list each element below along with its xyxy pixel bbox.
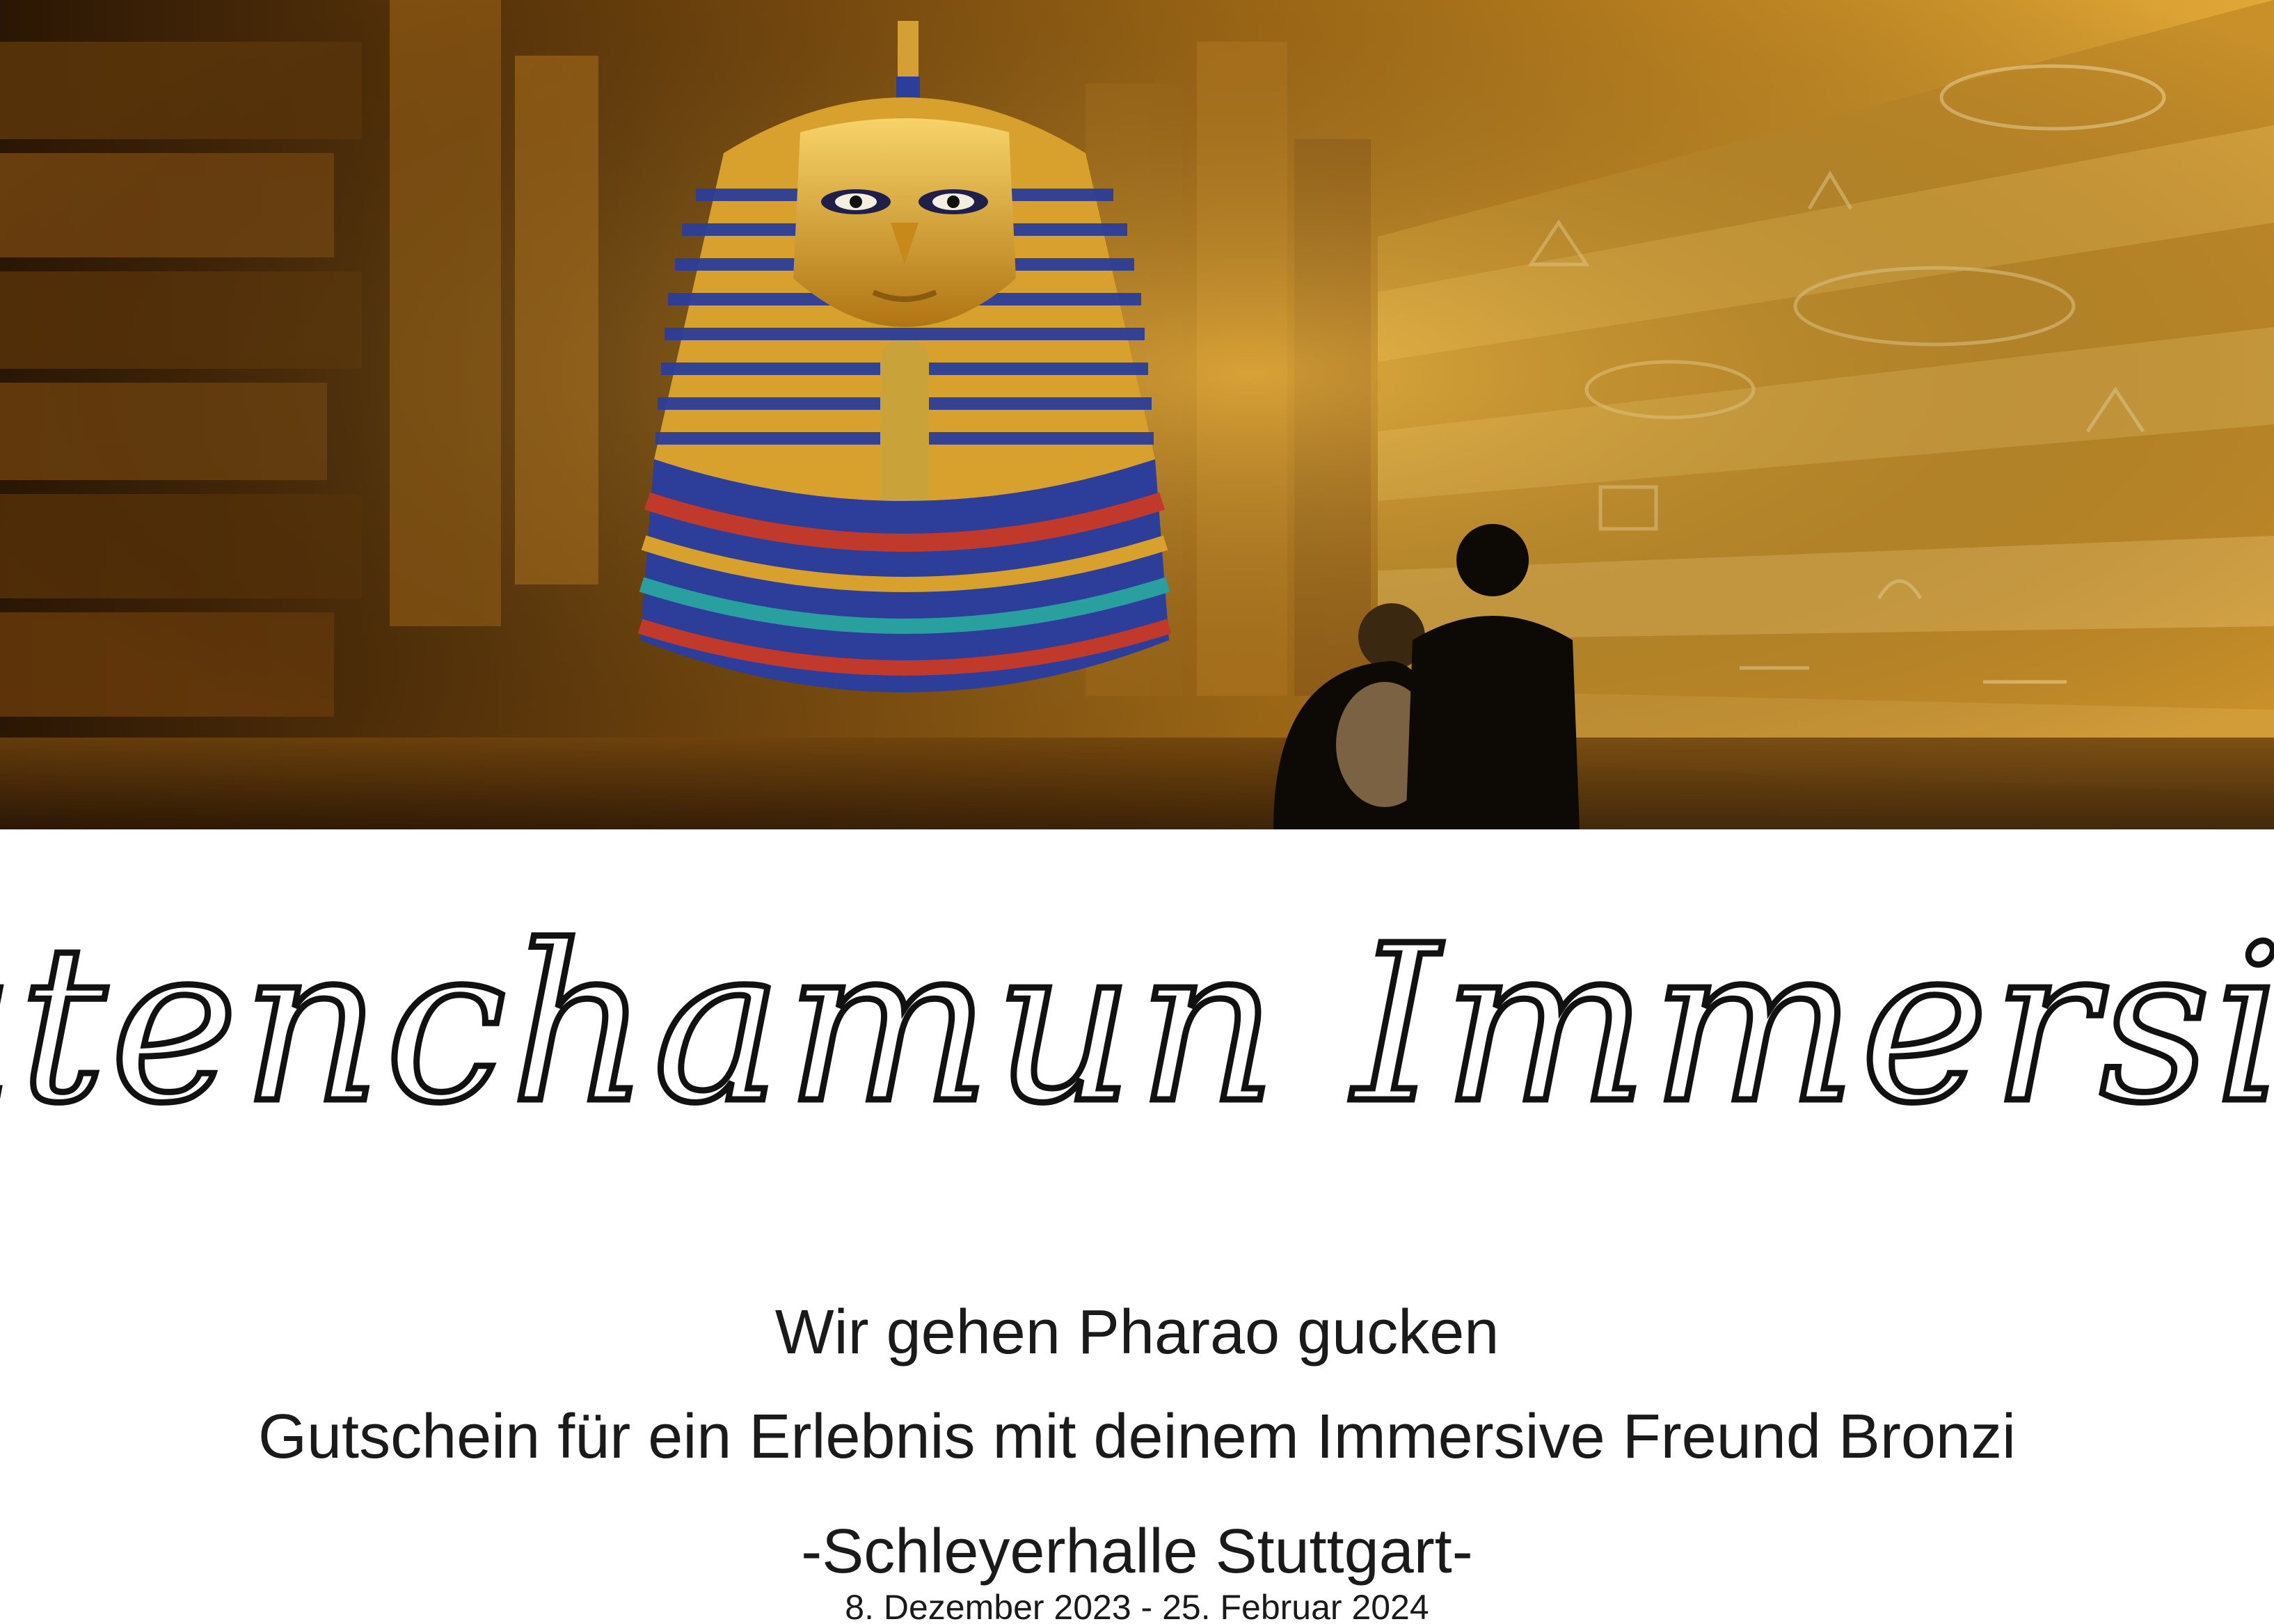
venue: -Schleyerhalle Stuttgart- [801,1517,1473,1586]
hero-image [0,0,2274,829]
voucher-text: Gutschein für ein Erlebnis mit deinem Im… [258,1402,2016,1472]
script-title: Tutenchamun Immersive [0,821,2274,1266]
dates: 8. Dezember 2023 - 25. Februar 2024 [845,1588,1429,1624]
subtitle: Wir gehen Pharao gucken [774,1298,1500,1367]
voucher-page: Tutenchamun Immersive Wir gehen Pharao g… [0,0,2274,1624]
title-text: Tutenchamun Immersive [0,900,2274,1151]
